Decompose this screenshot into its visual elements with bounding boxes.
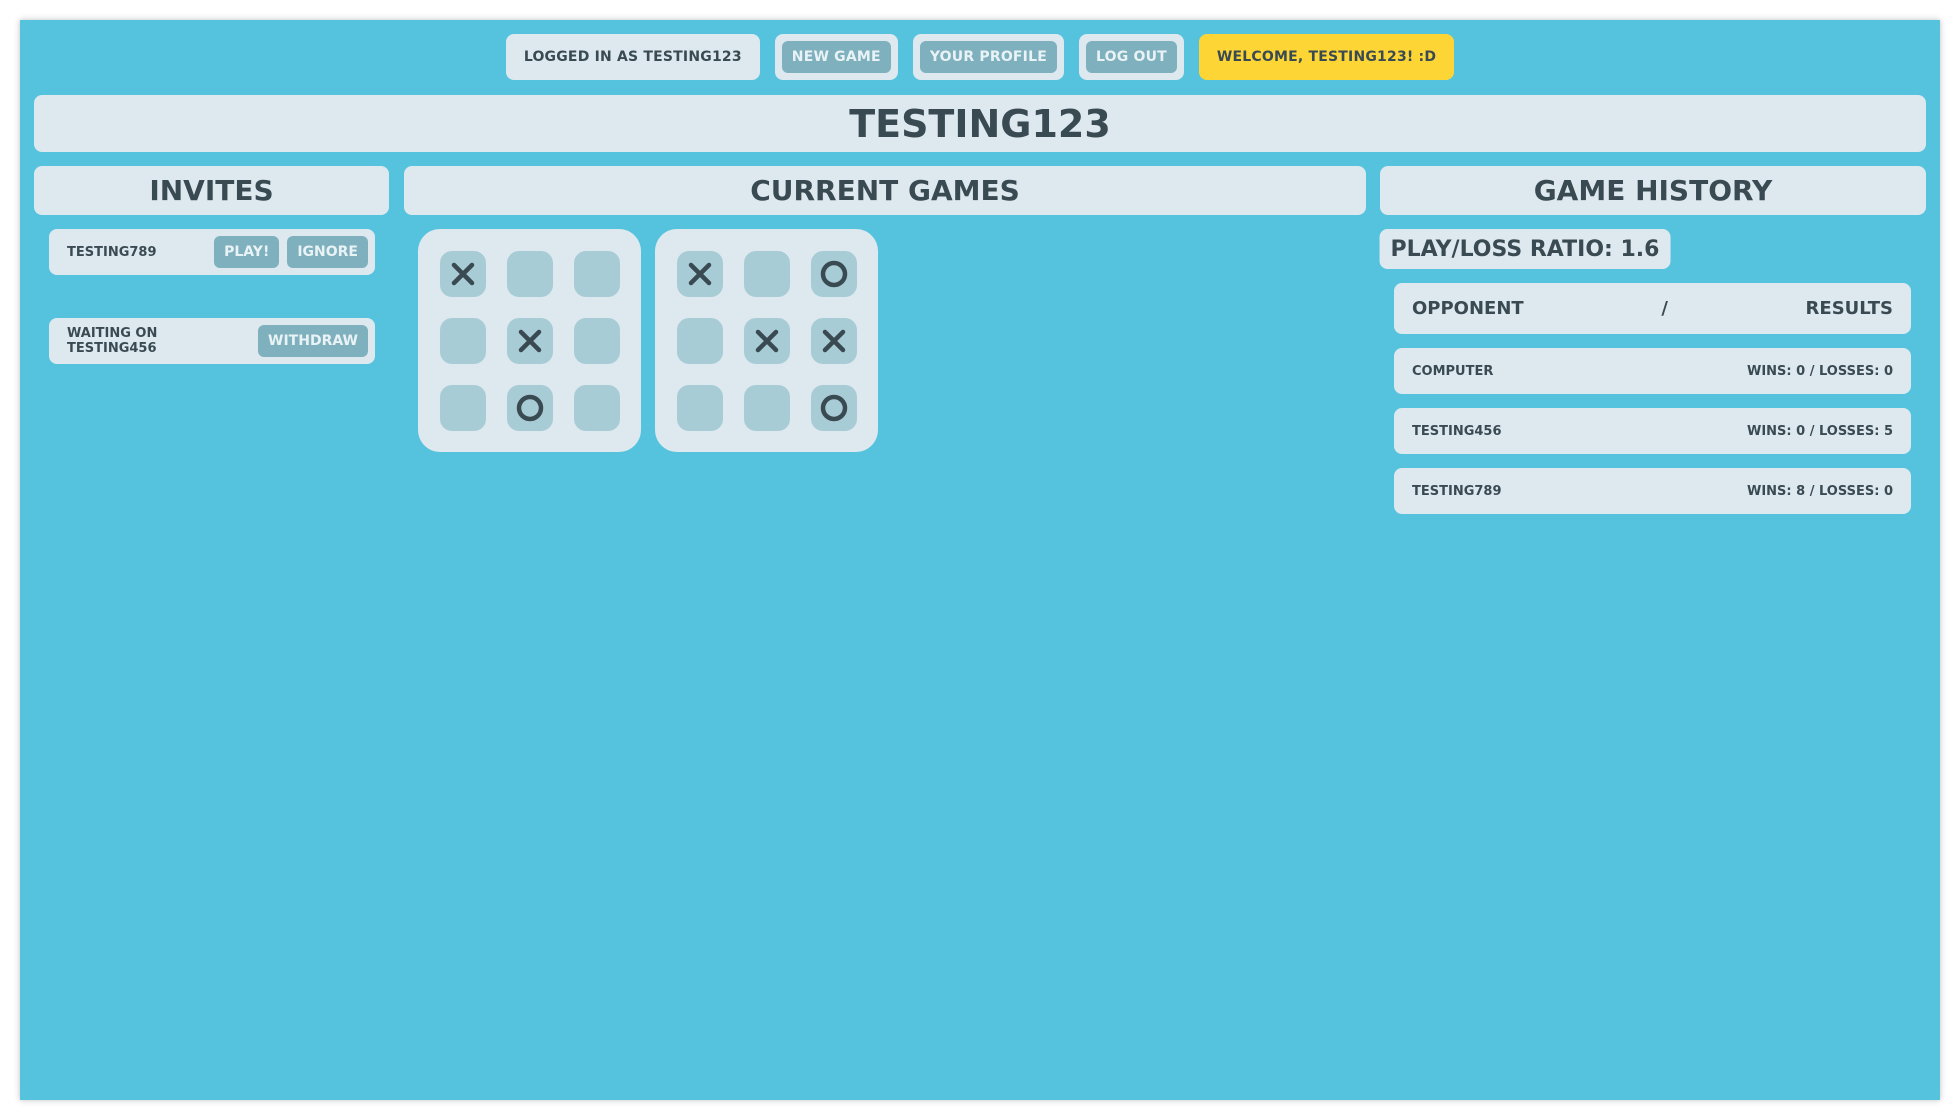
x-mark-icon xyxy=(518,329,542,353)
invite-item: TESTING789 PLAY! IGNORE xyxy=(49,229,375,275)
board-cell[interactable] xyxy=(507,251,553,297)
play-loss-ratio: PLAY/LOSS RATIO: 1.6 xyxy=(1379,229,1671,269)
board-cell[interactable] xyxy=(507,318,553,364)
history-result: WINS: 0 / LOSSES: 0 xyxy=(1746,363,1893,379)
history-row: TESTING789 WINS: 8 / LOSSES: 0 xyxy=(1394,468,1911,514)
board-cell[interactable] xyxy=(574,251,620,297)
board-cell[interactable] xyxy=(677,385,723,431)
history-row: TESTING456 WINS: 0 / LOSSES: 5 xyxy=(1394,408,1911,454)
board-cell[interactable] xyxy=(677,318,723,364)
pending-invite-label: WAITING ON TESTING456 xyxy=(67,326,158,356)
board-cell[interactable] xyxy=(440,385,486,431)
history-result: WINS: 8 / LOSSES: 0 xyxy=(1746,483,1893,499)
log-out-pill: LOG OUT xyxy=(1078,34,1184,80)
board-cell[interactable] xyxy=(811,318,857,364)
board-cell[interactable] xyxy=(744,251,790,297)
board-cell[interactable] xyxy=(507,385,553,431)
app-frame: LOGGED IN AS TESTING123 NEW GAME YOUR PR… xyxy=(20,20,1940,1100)
results-column-header: RESULTS xyxy=(1805,298,1893,319)
new-game-button[interactable]: NEW GAME xyxy=(781,41,891,73)
new-game-pill: NEW GAME xyxy=(774,34,898,80)
top-nav: LOGGED IN AS TESTING123 NEW GAME YOUR PR… xyxy=(20,34,1940,80)
log-out-button[interactable]: LOG OUT xyxy=(1085,41,1177,73)
opponent-column-header: OPPONENT xyxy=(1412,298,1524,319)
x-mark-icon xyxy=(755,329,779,353)
history-row: COMPUTER WINS: 0 / LOSSES: 0 xyxy=(1394,348,1911,394)
board-cell[interactable] xyxy=(744,385,790,431)
page-title: TESTING123 xyxy=(34,95,1926,152)
o-mark-icon xyxy=(516,394,544,422)
board-cell[interactable] xyxy=(440,251,486,297)
ignore-button[interactable]: IGNORE xyxy=(287,236,368,268)
current-games-heading: CURRENT GAMES xyxy=(404,166,1366,215)
board-cell[interactable] xyxy=(574,318,620,364)
board-cell[interactable] xyxy=(811,385,857,431)
history-opponent: TESTING456 xyxy=(1412,423,1502,439)
board-cell[interactable] xyxy=(440,318,486,364)
withdraw-button[interactable]: WITHDRAW xyxy=(258,325,368,357)
pending-invite-item: WAITING ON TESTING456 WITHDRAW xyxy=(49,318,375,364)
o-mark-icon xyxy=(820,394,848,422)
x-mark-icon xyxy=(822,329,846,353)
welcome-banner: WELCOME, TESTING123! :D xyxy=(1198,34,1455,80)
game-board[interactable] xyxy=(418,229,641,452)
history-opponent: TESTING789 xyxy=(1412,483,1502,499)
board-cell[interactable] xyxy=(574,385,620,431)
game-history-heading: GAME HISTORY xyxy=(1380,166,1926,215)
invite-opponent-name: TESTING789 xyxy=(67,244,157,260)
x-mark-icon xyxy=(451,262,475,286)
history-opponent: COMPUTER xyxy=(1412,363,1494,379)
x-mark-icon xyxy=(688,262,712,286)
invites-heading: INVITES xyxy=(34,166,389,215)
o-mark-icon xyxy=(820,260,848,288)
your-profile-pill: YOUR PROFILE xyxy=(912,34,1064,80)
board-cell[interactable] xyxy=(744,318,790,364)
logged-in-status: LOGGED IN AS TESTING123 xyxy=(505,34,760,80)
column-separator: / xyxy=(1661,298,1668,319)
history-table-header: OPPONENT / RESULTS xyxy=(1394,283,1911,334)
play-button[interactable]: PLAY! xyxy=(214,236,280,268)
your-profile-button[interactable]: YOUR PROFILE xyxy=(919,41,1057,73)
board-cell[interactable] xyxy=(677,251,723,297)
history-result: WINS: 0 / LOSSES: 5 xyxy=(1746,423,1893,439)
game-board[interactable] xyxy=(655,229,878,452)
board-cell[interactable] xyxy=(811,251,857,297)
